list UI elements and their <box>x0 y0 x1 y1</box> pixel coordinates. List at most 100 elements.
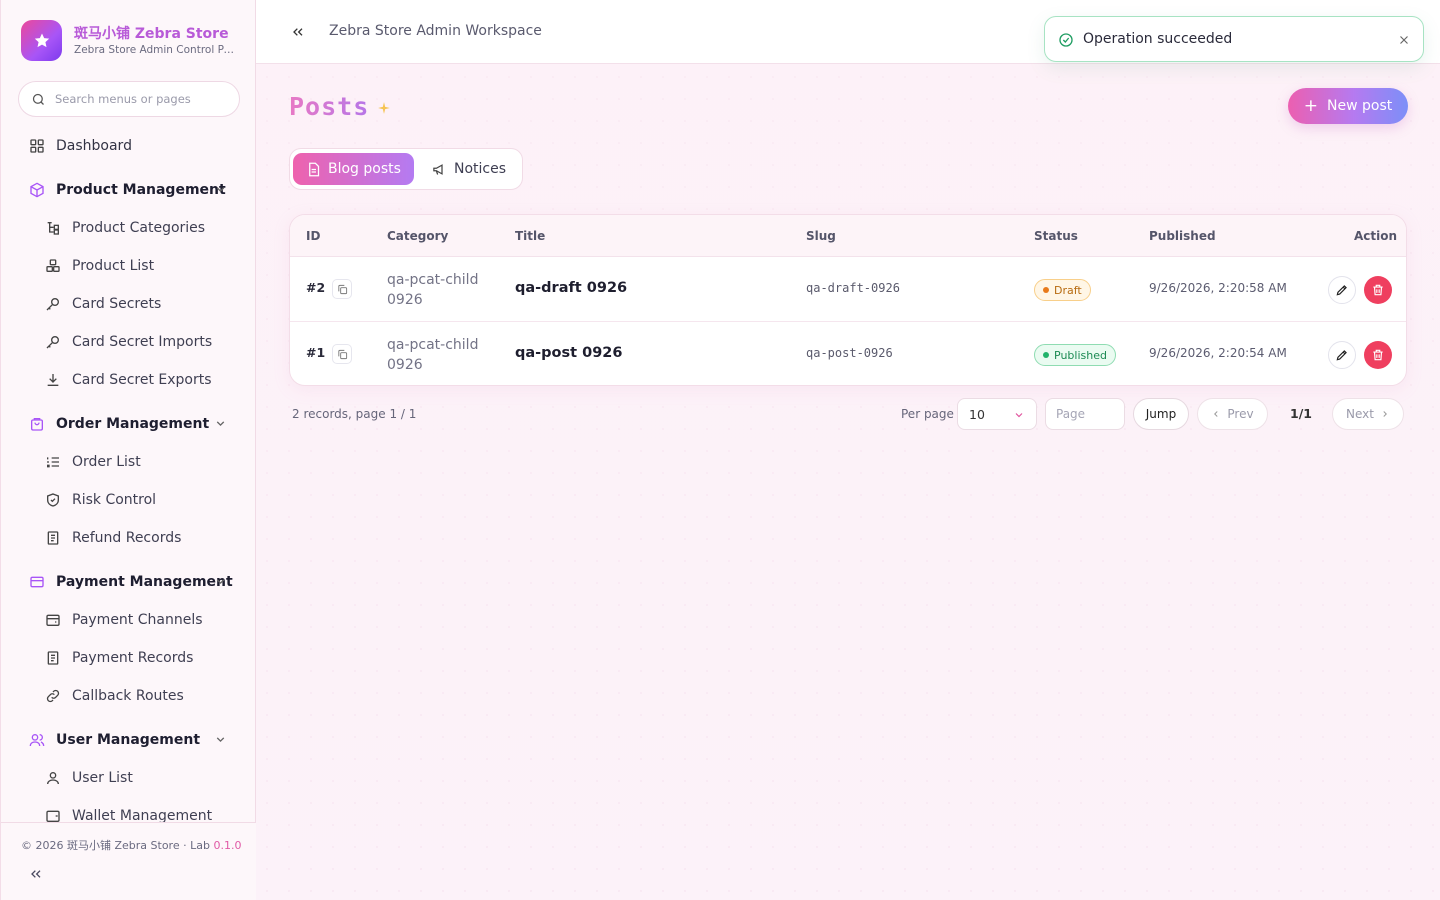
sidebar-group-label: User Management <box>56 732 201 748</box>
sidebar-item-label: Card Secret Exports <box>72 372 212 388</box>
sidebar-item-dashboard[interactable]: Dashboard <box>29 127 239 165</box>
brand[interactable]: 斑马小铺 Zebra Store Zebra Store Admin Contr… <box>21 20 241 62</box>
sidebar-group-user[interactable]: User Management <box>29 721 239 759</box>
sidebar: 斑马小铺 Zebra Store Zebra Store Admin Contr… <box>0 0 256 900</box>
main-area: Zebra Store Admin Workspace <box>256 0 1440 900</box>
sidebar-item-callback-routes[interactable]: Callback Routes <box>45 677 239 715</box>
col-id: ID <box>306 229 321 243</box>
row-id: #1 <box>306 345 326 360</box>
trash-icon <box>1371 348 1385 362</box>
sidebar-item-payment-records[interactable]: Payment Records <box>45 639 239 677</box>
copyright: © 2026 斑马小铺 Zebra Store · Lab 0.1.0 <box>21 837 241 853</box>
sidebar-item-wallet-management[interactable]: Wallet Management <box>45 797 239 822</box>
col-status: Status <box>1034 229 1078 243</box>
edit-button[interactable] <box>1328 341 1356 369</box>
row-slug: qa-post-0926 <box>806 346 893 360</box>
sidebar-item-card-secrets[interactable]: Card Secrets <box>45 285 239 323</box>
next-label: Next <box>1346 407 1374 421</box>
page-input[interactable] <box>1045 398 1125 430</box>
chevron-left-icon <box>1214 411 1219 417</box>
sidebar-item-risk-control[interactable]: Risk Control <box>45 481 239 519</box>
user-icon <box>45 770 61 786</box>
delete-button[interactable] <box>1364 341 1392 369</box>
prev-button[interactable]: Prev <box>1197 398 1268 430</box>
jump-button[interactable]: Jump <box>1133 398 1189 430</box>
sidebar-group-label: Product Management <box>56 182 226 198</box>
status-text: Published <box>1054 348 1107 362</box>
search-icon <box>31 92 46 107</box>
copy-icon[interactable] <box>332 344 352 364</box>
sidebar-item-card-secret-imports[interactable]: Card Secret Imports <box>45 323 239 361</box>
megaphone-icon <box>432 162 447 177</box>
row-category: qa-pcat-child 0926 <box>387 337 479 373</box>
brand-subtitle: Zebra Store Admin Control Panel <box>74 44 234 56</box>
sidebar-item-payment-channels[interactable]: Payment Channels <box>45 601 239 639</box>
key-icon <box>45 296 61 312</box>
sparkle-icon <box>377 100 391 114</box>
trash-icon <box>1371 283 1385 297</box>
tab-notices[interactable]: Notices <box>419 153 519 185</box>
main-background <box>256 0 1440 900</box>
pencil-icon <box>1335 283 1349 297</box>
version-label: 0.1.0 <box>213 839 242 852</box>
sidebar-search <box>18 81 240 117</box>
sidebar-item-label: Card Secret Imports <box>72 334 213 350</box>
chevron-right-icon <box>1383 411 1387 417</box>
row-title[interactable]: qa-post 0926 <box>515 345 623 361</box>
grid-icon <box>29 138 45 154</box>
tab-label: Blog posts <box>328 161 401 177</box>
sidebar-item-label: Callback Routes <box>72 688 184 704</box>
search-input[interactable] <box>55 92 225 106</box>
users-icon <box>29 732 45 748</box>
sidebar-item-user-list[interactable]: User List <box>45 759 239 797</box>
list-ordered-icon <box>45 454 61 470</box>
check-circle-icon <box>1058 32 1074 48</box>
sidebar-item-label: Card Secrets <box>72 296 162 312</box>
edit-button[interactable] <box>1328 276 1356 304</box>
sidebar-item-product-categories[interactable]: Product Categories <box>45 209 239 247</box>
row-title[interactable]: qa-draft 0926 <box>515 280 627 296</box>
sidebar-item-label: Order List <box>72 454 141 470</box>
sidebar-item-order-list[interactable]: Order List <box>45 443 239 481</box>
next-button[interactable]: Next <box>1332 398 1404 430</box>
brand-logo-icon <box>21 20 62 61</box>
sidebar-group-order[interactable]: Order Management <box>29 405 239 443</box>
status-badge: Published <box>1034 344 1116 366</box>
receipt-icon <box>45 530 61 546</box>
new-post-button[interactable]: + New post <box>1288 88 1408 124</box>
collapse-chevrons-icon[interactable] <box>290 24 306 40</box>
sidebar-item-card-secret-exports[interactable]: Card Secret Exports <box>45 361 239 399</box>
brand-title: 斑马小铺 Zebra Store <box>74 26 229 42</box>
per-page-value: 10 <box>969 407 985 422</box>
row-category: qa-pcat-child 0926 <box>387 272 479 308</box>
close-icon[interactable] <box>1397 32 1411 46</box>
sidebar-group-payment[interactable]: Payment Management <box>29 563 239 601</box>
post-tabs: Blog posts Notices <box>289 148 523 190</box>
sidebar-item-label: Risk Control <box>72 492 157 508</box>
sidebar-item-refund-records[interactable]: Refund Records <box>45 519 239 557</box>
col-title: Title <box>515 229 546 243</box>
sidebar-item-product-list[interactable]: Product List <box>45 247 239 285</box>
delete-button[interactable] <box>1364 276 1392 304</box>
success-toast: Operation succeeded <box>1044 16 1424 62</box>
download-icon <box>45 372 61 388</box>
copy-icon[interactable] <box>332 279 352 299</box>
collapse-sidebar-icon[interactable] <box>28 866 44 882</box>
sidebar-item-label: Payment Channels <box>72 612 203 628</box>
status-dot <box>1043 287 1049 293</box>
sidebar-item-label: Product List <box>72 258 155 274</box>
wallet-icon <box>45 808 61 822</box>
box-icon <box>29 182 45 198</box>
tab-blog-posts[interactable]: Blog posts <box>293 153 414 185</box>
current-page: 1/1 <box>1290 406 1312 421</box>
table-header: ID Category Title Slug Status Published … <box>290 215 1406 257</box>
boxes-icon <box>45 258 61 274</box>
prev-label: Prev <box>1227 407 1254 421</box>
sidebar-group-label: Payment Management <box>56 574 233 590</box>
sidebar-group-product[interactable]: Product Management <box>29 171 239 209</box>
sidebar-item-label: Wallet Management <box>72 808 213 822</box>
link-icon <box>45 688 61 704</box>
row-published: 9/26/2026, 2:20:54 AM <box>1149 346 1287 360</box>
per-page-select[interactable]: 10 <box>957 398 1037 430</box>
row-slug: qa-draft-0926 <box>806 281 900 295</box>
